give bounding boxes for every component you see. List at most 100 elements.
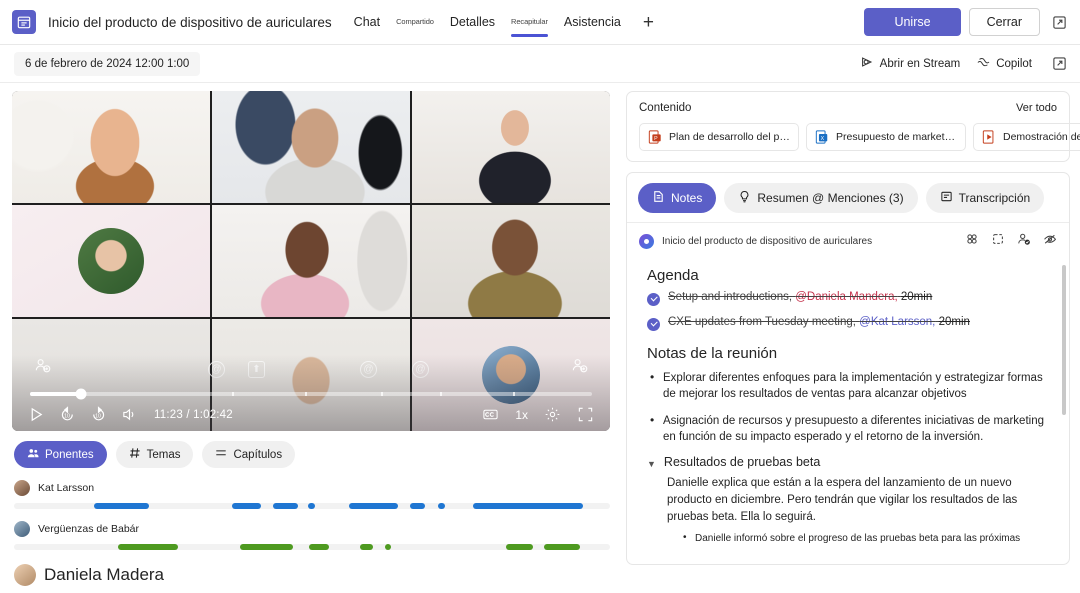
agenda-mention[interactable]: @Kat Larsson, [859, 316, 935, 328]
speaker-row[interactable]: Daniela Madera [14, 564, 610, 586]
speech-segment [544, 544, 581, 550]
checkbox-checked[interactable] [647, 318, 660, 331]
pop-out-icon[interactable] [1048, 53, 1070, 75]
file-item[interactable]: P Plan de desarrollo del producto [639, 123, 799, 151]
scrubber-chapter-mark [232, 392, 235, 396]
stream-play-icon [860, 55, 874, 72]
content-title: Contenido [639, 102, 692, 114]
tab-resumen-menciones[interactable]: Resumen @ Menciones (3) [724, 183, 918, 213]
file-item[interactable]: X Presupuesto de marketing... [806, 123, 966, 151]
svg-text:P: P [654, 136, 658, 142]
notes-icon [652, 190, 665, 206]
scrubber-chapter-mark [381, 392, 384, 396]
speaker-row[interactable]: Kat Larsson [14, 480, 610, 509]
chip-temas[interactable]: Temas [115, 441, 194, 468]
speech-segment [118, 544, 178, 550]
agenda-mention[interactable]: @Daniela Mandera, [795, 291, 897, 303]
view-all-link[interactable]: Ver todo [1016, 102, 1057, 114]
notes-scrollbar[interactable] [1062, 265, 1066, 415]
transport-controls: 10 10 11:23 / 1:02:42 1x [24, 406, 598, 423]
copy-frame-icon[interactable] [991, 232, 1005, 251]
participant-tile [212, 205, 410, 317]
forward-10-icon[interactable]: 10 [90, 406, 107, 423]
speech-segment [348, 503, 398, 509]
avatar [78, 228, 144, 294]
tab-compartido[interactable]: Compartido [388, 0, 442, 44]
notes-doc-actions [965, 232, 1057, 251]
tab-notes[interactable]: Notes [638, 183, 717, 213]
top-header-bar: Inicio del producto de dispositivo de au… [0, 0, 1080, 45]
tab-label: Resumen @ Menciones (3) [757, 191, 904, 205]
notes-doc-title: Inicio del producto de dispositivo de au… [662, 236, 873, 247]
tab-transcripcion[interactable]: Transcripción [925, 183, 1045, 213]
video-player[interactable]: @ ⬆ @ @ [12, 91, 610, 431]
participant-tile [212, 91, 410, 203]
speaker-header: Vergüenzas de Babár [14, 521, 610, 537]
avatar [14, 521, 30, 537]
agenda-task: Setup and introductions, [668, 291, 793, 303]
notes-body[interactable]: Agenda Setup and introductions, @Daniela… [627, 259, 1069, 564]
speaker-track[interactable] [14, 503, 610, 509]
agenda-item[interactable]: Setup and introductions, @Daniela Mander… [647, 291, 1053, 306]
meeting-date-chip: 6 de febrero de 2024 12:00 1:00 [14, 51, 201, 76]
svg-text:10: 10 [95, 414, 101, 420]
scrubber-chapter-mark [513, 392, 516, 396]
speaker-track[interactable] [14, 544, 610, 550]
settings-gear-icon[interactable] [544, 406, 561, 423]
pop-out-icon[interactable] [1048, 11, 1070, 33]
main-content: @ ⬆ @ @ [0, 83, 1080, 593]
file-name: Demostración de marketing... [1003, 131, 1080, 143]
calendar-icon [12, 10, 36, 34]
participant-tile [12, 205, 210, 317]
close-button[interactable]: Cerrar [968, 8, 1040, 36]
excel-icon: X [815, 130, 829, 144]
sub-header-bar: 6 de febrero de 2024 12:00 1:00 Abrir en… [0, 45, 1080, 83]
add-tab-button[interactable]: + [643, 13, 654, 32]
speech-segment [273, 503, 299, 509]
agenda-heading: Agenda [647, 267, 699, 284]
closed-captions-icon[interactable] [482, 406, 499, 423]
speaker-timeline: Kat Larsson Vergüenzas de Babár Daniela … [12, 480, 610, 586]
file-name: Plan de desarrollo del producto [669, 131, 790, 143]
playback-speed-button[interactable]: 1x [515, 408, 528, 422]
apps-grid-icon[interactable] [965, 232, 979, 251]
tab-recapitular[interactable]: Recapitular [503, 0, 556, 44]
speech-segment [240, 544, 293, 550]
video-scrubber[interactable] [30, 388, 592, 400]
tab-detalles[interactable]: Detalles [442, 0, 503, 44]
copilot-button[interactable]: Copilot [976, 55, 1032, 72]
chip-label: Ponentes [45, 448, 94, 461]
open-in-stream-button[interactable]: Abrir en Stream [860, 55, 960, 72]
hash-icon [129, 447, 141, 462]
speech-segment [307, 503, 315, 509]
rewind-10-icon[interactable]: 10 [59, 406, 76, 423]
tab-asistencia[interactable]: Asistencia [556, 0, 629, 44]
add-speaker-right-icon[interactable] [571, 357, 588, 379]
speaker-name: Daniela Madera [44, 565, 165, 584]
speaker-row[interactable]: Vergüenzas de Babár [14, 521, 610, 550]
agenda-item[interactable]: CXE updates from Tuesday meeting, @Kat L… [647, 316, 1053, 331]
agenda-item-text: CXE updates from Tuesday meeting, @Kat L… [668, 316, 970, 328]
play-icon[interactable] [28, 406, 45, 423]
hide-eye-icon[interactable] [1043, 232, 1057, 251]
chip-ponentes[interactable]: Ponentes [14, 441, 107, 468]
checkbox-checked[interactable] [647, 293, 660, 306]
fullscreen-icon[interactable] [577, 406, 594, 423]
add-people-icon[interactable] [1017, 232, 1031, 251]
file-item[interactable]: Demostración de marketing... [973, 123, 1080, 151]
volume-icon[interactable] [121, 406, 138, 423]
join-button[interactable]: Unirse [864, 8, 961, 36]
beta-sub-list: Danielle informó sobre el progreso de la… [683, 532, 1053, 544]
speech-segment [384, 544, 391, 550]
agenda-duration: 20min [938, 316, 970, 328]
tab-chat[interactable]: Chat [346, 0, 388, 44]
list-icon [215, 447, 227, 462]
tab-label: Transcripción [958, 191, 1031, 205]
scrubber-handle[interactable] [75, 388, 87, 400]
chip-label: Temas [146, 448, 181, 461]
list-item: Explorar diferentes enfoques para la imp… [647, 369, 1053, 403]
add-speaker-left-icon[interactable] [34, 357, 51, 379]
chevron-down-icon[interactable]: ▼ [647, 459, 656, 469]
chip-capitulos[interactable]: Capítulos [202, 441, 296, 468]
svg-text:X: X [821, 136, 825, 142]
